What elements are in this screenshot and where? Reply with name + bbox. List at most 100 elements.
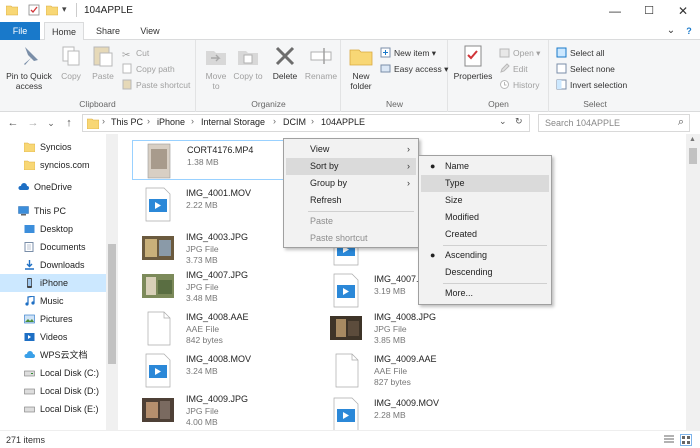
file-item[interactable]: IMG_4008.AAE AAE File 842 bytes [132,308,322,348]
scroll-up-icon[interactable]: ▲ [689,136,696,143]
easy-access-button[interactable]: Easy access ▾ [380,62,448,76]
sort-option-more[interactable]: More... [421,285,549,302]
file-list-scrollbar[interactable]: ▲ [686,134,700,430]
sort-option-descending[interactable]: Descending [421,264,549,281]
rename-button[interactable]: Rename [303,43,339,81]
pin-quick-access-button[interactable]: Pin to Quick access [2,43,56,91]
tab-view[interactable]: View [130,22,170,40]
file-item[interactable]: IMG_4007.JPG JPG File 3.48 MB [132,266,322,306]
search-box[interactable]: Search 104APPLE ⌕ [538,114,690,132]
edit-button[interactable]: Edit [499,62,528,76]
close-button[interactable]: ✕ [666,0,700,22]
nav-item-local-disk-e[interactable]: Local Disk (E:) [0,400,106,418]
sort-option-name[interactable]: ● Name [421,158,549,175]
move-to-icon [206,51,226,65]
copy-path-button[interactable]: Copy path [122,62,175,76]
sort-option-ascending[interactable]: ● Ascending [421,247,549,264]
refresh-icon[interactable]: ↻ [515,116,523,127]
photo-thumbnail-icon [142,236,174,260]
nav-item-wps-cloud[interactable]: WPS云文档 [0,346,106,364]
menu-item-group-by[interactable]: Group by › [286,175,416,192]
help-icon[interactable]: ? [682,22,696,40]
nav-item-pictures[interactable]: Pictures [0,310,106,328]
sort-option-type[interactable]: Type [421,175,549,192]
menu-item-label: Modified [445,212,480,222]
breadcrumb-internal-storage[interactable]: Internal Storage [201,117,265,127]
delete-button[interactable]: Delete [269,43,301,81]
copy-button[interactable]: Copy [56,43,86,81]
quick-access-dropdown-icon[interactable]: ▾ [62,4,74,16]
file-name: IMG_4009.JPG [186,394,249,404]
nav-item-syncios[interactable]: Syncios [0,138,106,156]
menu-item-label: Paste [310,216,334,226]
nav-item-music[interactable]: Music [0,292,106,310]
select-none-button[interactable]: Select none [556,62,615,76]
properties-check-icon[interactable] [28,4,40,16]
nav-scrollbar-thumb[interactable] [108,244,116,364]
nav-item-iphone[interactable]: iPhone [0,274,106,292]
history-icon [500,80,509,89]
up-button[interactable]: ↑ [62,115,76,131]
new-folder-icon[interactable] [46,4,58,16]
paste-button[interactable]: Paste [88,43,118,81]
breadcrumb-104apple[interactable]: 104APPLE [321,117,365,127]
menu-item-paste-shortcut[interactable]: Paste shortcut [286,230,416,247]
sort-option-modified[interactable]: Modified [421,209,549,226]
file-item[interactable]: IMG_4008.MOV 3.24 MB [132,350,322,390]
open-button[interactable]: Open ▾ [499,46,540,60]
recent-locations-button[interactable]: ⌄ [44,115,58,131]
breadcrumb-dcim[interactable]: DCIM [283,117,306,127]
file-list-scrollbar-thumb[interactable] [689,148,697,164]
ribbon-expand-icon[interactable]: ⌄ [664,22,678,40]
menu-item-paste[interactable]: Paste [286,213,416,230]
address-bar[interactable]: › This PC › iPhone › Internal Storage › … [82,114,530,132]
file-size: 842 bytes [186,335,223,345]
maximize-button[interactable]: ☐ [632,0,666,22]
menu-item-view[interactable]: View › [286,141,416,158]
file-item[interactable]: IMG_4008.JPG JPG File 3.85 MB [320,308,510,348]
new-folder-button[interactable]: New folder [344,43,378,91]
forward-button[interactable]: → [26,115,40,131]
cut-button[interactable]: ✂ Cut [122,46,149,61]
tab-file[interactable]: File [0,22,40,40]
large-icons-view-icon[interactable] [680,434,692,446]
file-item[interactable]: IMG_4009.JPG JPG File 4.00 MB [132,390,322,430]
properties-button[interactable]: Properties [451,43,495,81]
nav-item-downloads[interactable]: Downloads [0,256,106,274]
title-divider [76,3,77,17]
minimize-button[interactable]: — [598,0,632,22]
file-type: JPG File [186,282,219,292]
menu-item-sort-by[interactable]: Sort by › [286,158,416,175]
sort-option-created[interactable]: Created [421,226,549,243]
file-name: IMG_4008.AAE [186,312,249,322]
breadcrumb-iphone[interactable]: iPhone [157,117,185,127]
tab-share[interactable]: Share [88,22,128,40]
new-folder-big-icon [349,49,373,66]
details-view-icon[interactable] [664,435,674,445]
history-button[interactable]: History [499,78,539,92]
select-all-button[interactable]: Select all [556,46,605,60]
sort-option-size[interactable]: Size [421,192,549,209]
paste-shortcut-button[interactable]: Paste shortcut [122,78,190,92]
nav-item-local-disk-c[interactable]: Local Disk (C:) [0,364,106,382]
copy-to-button[interactable]: Copy to [233,43,263,81]
menu-item-refresh[interactable]: Refresh [286,192,416,209]
file-item[interactable]: IMG_4009.MOV 2.28 MB [320,394,510,430]
nav-item-onedrive[interactable]: OneDrive [0,178,106,196]
nav-item-desktop[interactable]: Desktop [0,220,106,238]
disk-icon [24,406,35,413]
tab-home[interactable]: Home [44,22,84,41]
address-dropdown-icon[interactable]: ⌄ [499,116,507,127]
breadcrumb-this-pc[interactable]: This PC [111,117,143,127]
nav-item-videos[interactable]: Videos [0,328,106,346]
nav-item-local-disk-d[interactable]: Local Disk (D:) [0,382,106,400]
invert-selection-button[interactable]: Invert selection [556,78,627,92]
nav-item-documents[interactable]: Documents [0,238,106,256]
file-item[interactable]: IMG_4009.AAE AAE File 827 bytes [320,350,510,390]
new-item-button[interactable]: New item ▾ [380,46,436,60]
move-to-button[interactable]: Move to [201,43,231,91]
back-button[interactable]: ← [6,115,20,131]
nav-scrollbar[interactable] [106,134,118,430]
nav-item-this-pc[interactable]: This PC [0,202,106,220]
nav-item-syncios-com[interactable]: syncios.com [0,156,106,174]
